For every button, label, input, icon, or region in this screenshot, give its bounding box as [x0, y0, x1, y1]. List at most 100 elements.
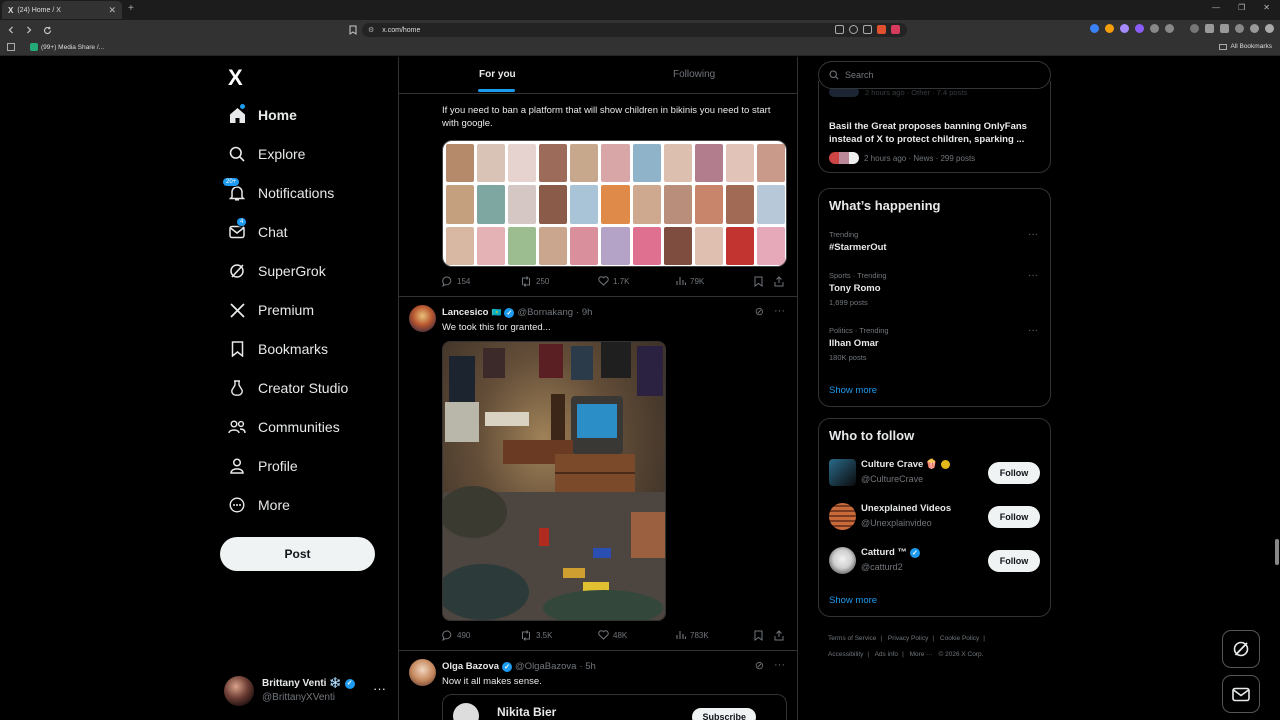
post-time[interactable]: · 5h — [579, 661, 595, 672]
share-button[interactable] — [774, 630, 784, 641]
tab-icon[interactable] — [835, 25, 844, 34]
vpn-icon[interactable] — [1265, 24, 1274, 33]
extension-icon[interactable] — [1235, 24, 1244, 33]
extension-icon[interactable] — [1150, 24, 1159, 33]
author-handle[interactable]: @Bornakang — [517, 307, 573, 318]
forward-icon[interactable] — [22, 23, 36, 37]
share-icon[interactable] — [863, 25, 872, 34]
minimize-icon[interactable]: — — [1212, 3, 1220, 12]
footer-link[interactable]: Cookie Policy — [940, 635, 979, 642]
extension-icon[interactable] — [1165, 24, 1174, 33]
avatar[interactable] — [409, 659, 436, 686]
reply-button[interactable]: 154 — [442, 276, 470, 287]
post-button[interactable]: Post — [220, 537, 375, 571]
author-name[interactable]: Olga Bazova — [442, 661, 499, 672]
show-more-link[interactable]: Show more — [829, 385, 877, 396]
avatar[interactable] — [409, 305, 436, 332]
extension-icon[interactable] — [1250, 24, 1259, 33]
window-controls: — ❐ ✕ — [1212, 3, 1270, 12]
more-dots-icon[interactable]: ··· — [373, 681, 386, 696]
nav-more[interactable]: More — [228, 493, 290, 517]
footer-link[interactable]: Terms of Service — [828, 635, 876, 642]
reload-icon[interactable] — [40, 23, 54, 37]
views-button[interactable]: 783K — [676, 630, 709, 640]
close-tab-icon[interactable]: ✕ — [108, 5, 116, 16]
follow-button[interactable]: Follow — [988, 462, 1040, 484]
bookmark-button[interactable] — [754, 276, 763, 287]
views-button[interactable]: 79K — [676, 276, 704, 286]
grok-icon[interactable]: ⊘ — [755, 659, 764, 672]
restore-icon[interactable]: ❐ — [1238, 3, 1245, 12]
follow-button[interactable]: Follow — [988, 550, 1040, 572]
grok-fab[interactable] — [1222, 630, 1260, 668]
messages-fab[interactable] — [1222, 675, 1260, 713]
scrollbar-thumb[interactable] — [1275, 539, 1279, 565]
nav-notifications[interactable]: 20+ Notifications — [222, 177, 334, 205]
browser-tab[interactable]: X (24) Home / X ✕ — [2, 1, 122, 19]
extension-icon[interactable] — [1120, 24, 1129, 33]
footer-link[interactable]: Accessibility — [828, 651, 863, 658]
back-icon[interactable] — [4, 23, 18, 37]
zoom-icon[interactable] — [849, 25, 858, 34]
extension-icon[interactable] — [1190, 24, 1199, 33]
show-more-link[interactable]: Show more — [829, 595, 877, 606]
post-image[interactable] — [442, 140, 787, 267]
bookmark-button[interactable] — [754, 630, 763, 641]
extension-icon[interactable] — [1135, 24, 1144, 33]
extension-icon[interactable] — [1105, 24, 1114, 33]
account-switcher[interactable]: Brittany Venti ❄️ ✓ @BrittanyXVenti ··· — [224, 673, 394, 709]
nav-supergrok[interactable]: SuperGrok — [228, 259, 326, 283]
follow-button[interactable]: Follow — [988, 506, 1040, 528]
nav-premium[interactable]: Premium — [228, 298, 314, 322]
tab-following[interactable]: Following — [673, 69, 715, 80]
more-dots-icon[interactable]: ··· — [774, 659, 785, 672]
subscribe-button[interactable]: Subscribe — [692, 708, 756, 720]
nav-home[interactable]: Home — [228, 103, 297, 127]
news-title[interactable]: Basil the Great proposes banning OnlyFan… — [829, 120, 1041, 146]
site-info-icon[interactable]: ⚙ — [368, 26, 374, 34]
post-time[interactable]: · 9h — [576, 307, 592, 318]
nav-communities[interactable]: Communities — [228, 415, 340, 439]
post-image[interactable] — [442, 341, 666, 621]
more-dots-icon[interactable]: ··· — [774, 305, 785, 318]
repost-button[interactable]: 3.5K — [520, 630, 552, 641]
grok-icon[interactable]: ⊘ — [755, 305, 764, 318]
nav-bookmarks[interactable]: Bookmarks — [228, 337, 328, 361]
footer-link[interactable]: More ··· — [910, 651, 933, 658]
brave-rewards-icon[interactable] — [891, 25, 900, 34]
url-text[interactable]: x.com/home — [382, 27, 420, 34]
sidebar-toggle-icon[interactable] — [1205, 24, 1214, 33]
author-name[interactable]: Lancesico — [442, 307, 488, 318]
nav-chat[interactable]: 4 Chat — [228, 217, 288, 244]
bookmark-page-icon[interactable] — [349, 25, 357, 35]
like-button[interactable]: 48K — [598, 630, 627, 640]
repost-button[interactable]: 250 — [520, 276, 549, 287]
address-bar[interactable]: ⚙ x.com/home — [362, 23, 907, 37]
tab-for-you[interactable]: For you — [479, 69, 516, 80]
bookmark-item[interactable]: (99+) Media Share /... — [30, 43, 104, 51]
nav-explore[interactable]: Explore — [228, 142, 305, 166]
new-tab-icon[interactable]: + — [128, 3, 134, 14]
share-button[interactable] — [774, 276, 784, 287]
reply-button[interactable]: 490 — [442, 630, 470, 641]
search-input[interactable] — [845, 70, 1025, 80]
more-dots-icon[interactable]: ··· — [1028, 325, 1038, 336]
author-handle[interactable]: @OlgaBazova — [515, 661, 576, 672]
more-dots-icon[interactable]: ··· — [1028, 229, 1038, 240]
nav-profile[interactable]: Profile — [228, 454, 298, 478]
wallet-icon[interactable] — [1220, 24, 1229, 33]
footer-link[interactable]: Ads info — [875, 651, 899, 658]
apps-grid-icon[interactable] — [7, 43, 15, 51]
x-logo-icon[interactable]: X — [228, 65, 243, 91]
like-button[interactable]: 1.7K — [598, 276, 629, 286]
window-close-icon[interactable]: ✕ — [1263, 3, 1270, 12]
footer-link[interactable]: Privacy Policy — [888, 635, 928, 642]
page-scrollbar[interactable] — [1273, 57, 1280, 720]
extension-icon[interactable] — [1090, 24, 1099, 33]
search-bar[interactable] — [818, 61, 1051, 89]
quoted-post[interactable]: Nikita Bier Subscribe — [442, 694, 787, 720]
all-bookmarks[interactable]: All Bookmarks — [1219, 43, 1272, 50]
brave-shield-icon[interactable] — [877, 25, 886, 34]
nav-creator-studio[interactable]: Creator Studio — [228, 376, 348, 400]
more-dots-icon[interactable]: ··· — [1028, 270, 1038, 281]
